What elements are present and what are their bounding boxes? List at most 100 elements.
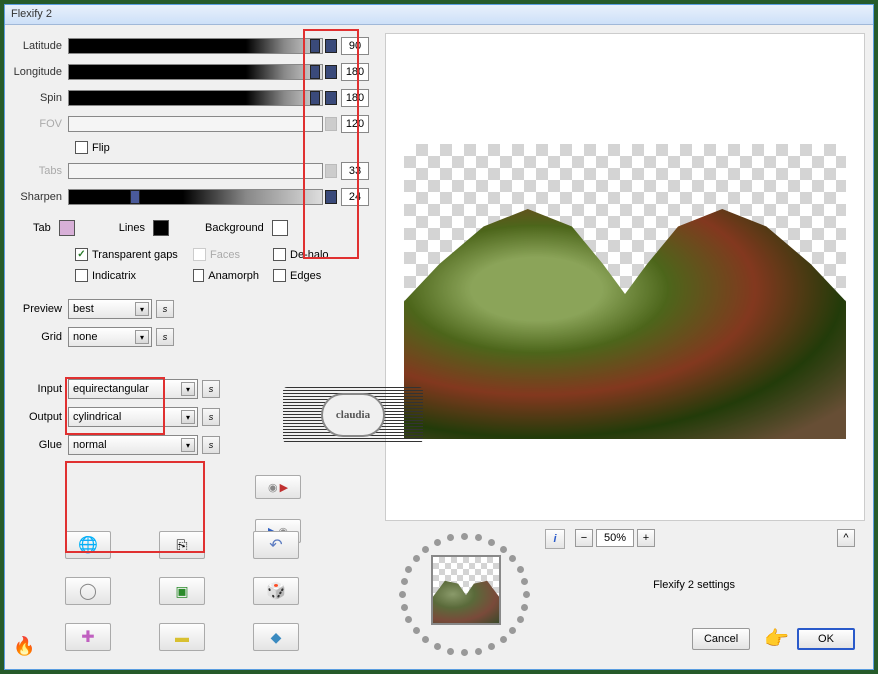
flip-row: Flip bbox=[75, 141, 369, 154]
preview-panel: i − 50% + ^ Flexify 2 settings Cancel 👉 … bbox=[377, 25, 873, 669]
thumbnail-ring[interactable] bbox=[389, 529, 539, 659]
controls-panel: Latitude 90 Longitude 180 Spin 180 FOV bbox=[5, 25, 377, 669]
zoom-out-button[interactable]: − bbox=[575, 529, 593, 547]
grid-row: Grid none▾ s bbox=[13, 326, 369, 348]
sharpen-end[interactable] bbox=[325, 190, 337, 204]
titlebar: Flexify 2 bbox=[5, 5, 873, 25]
lines-color-label: Lines bbox=[119, 222, 145, 234]
indicatrix-checkbox[interactable] bbox=[75, 269, 88, 282]
spin-end[interactable] bbox=[325, 91, 337, 105]
longitude-slider[interactable] bbox=[68, 64, 323, 80]
fire-icon[interactable]: 🔥 bbox=[13, 636, 35, 657]
window-title: Flexify 2 bbox=[11, 8, 52, 20]
glue-s-button[interactable]: s bbox=[202, 436, 220, 454]
longitude-value[interactable]: 180 bbox=[341, 63, 369, 81]
input-select[interactable]: equirectangular▾ bbox=[68, 379, 198, 399]
ring-button[interactable]: ◯ bbox=[65, 577, 111, 605]
glue-label: Glue bbox=[13, 439, 68, 451]
input-s-button[interactable]: s bbox=[202, 380, 220, 398]
longitude-row: Longitude 180 bbox=[13, 61, 369, 83]
dialog-window: Flexify 2 Latitude 90 Longitude 180 Spin bbox=[4, 4, 874, 670]
latitude-label: Latitude bbox=[13, 40, 68, 52]
tab-swatch[interactable] bbox=[59, 220, 75, 236]
content: Latitude 90 Longitude 180 Spin 180 FOV bbox=[5, 25, 873, 669]
disc-play-button[interactable]: ◉▶ bbox=[255, 475, 301, 499]
zoom-value[interactable]: 50% bbox=[596, 529, 634, 547]
plus-icon: ✚ bbox=[81, 627, 94, 647]
latitude-value[interactable]: 90 bbox=[341, 37, 369, 55]
output-select[interactable]: cylindrical▾ bbox=[68, 407, 198, 427]
glue-select[interactable]: normal▾ bbox=[68, 435, 198, 455]
flip-label: Flip bbox=[92, 142, 110, 154]
transparent-gaps-checkbox[interactable] bbox=[75, 248, 88, 261]
flip-checkbox[interactable] bbox=[75, 141, 88, 154]
color-row: Tab Lines Background bbox=[33, 220, 369, 236]
tabs-slider bbox=[68, 163, 323, 179]
longitude-end[interactable] bbox=[325, 65, 337, 79]
plus-button[interactable]: ✚ bbox=[65, 623, 111, 651]
grid-s-button[interactable]: s bbox=[156, 328, 174, 346]
faces-label: Faces bbox=[210, 249, 240, 261]
dice-button[interactable]: 🎲 bbox=[253, 577, 299, 605]
options-grid: Transparent gaps Faces De-halo Indicatri… bbox=[75, 248, 369, 282]
collapse-button[interactable]: ^ bbox=[837, 529, 855, 547]
anamorph-checkbox[interactable] bbox=[193, 269, 204, 282]
dehalo-label: De-halo bbox=[290, 249, 329, 261]
latitude-end[interactable] bbox=[325, 39, 337, 53]
dialog-buttons: Cancel 👉 OK bbox=[692, 626, 855, 651]
dice-icon: 🎲 bbox=[266, 581, 286, 601]
preview-label: Preview bbox=[13, 303, 68, 315]
tabs-end bbox=[325, 164, 337, 178]
sharpen-label: Sharpen bbox=[13, 191, 68, 203]
output-s-button[interactable]: s bbox=[202, 408, 220, 426]
lines-swatch[interactable] bbox=[153, 220, 169, 236]
square-icon: ▣ bbox=[175, 583, 188, 600]
sharpen-value[interactable]: 24 bbox=[341, 188, 369, 206]
copy-button[interactable]: ⎘ bbox=[159, 531, 205, 559]
spin-slider[interactable] bbox=[68, 90, 323, 106]
anamorph-label: Anamorph bbox=[208, 270, 259, 282]
thumbnail[interactable] bbox=[431, 555, 501, 625]
tool-button-grid: 🌐 ⎘ ↶ ◯ ▣ 🎲 ✚ ▬ ◆ bbox=[65, 531, 299, 657]
dehalo-checkbox[interactable] bbox=[273, 248, 286, 261]
info-button[interactable]: i bbox=[545, 529, 565, 549]
settings-label: Flexify 2 settings bbox=[653, 579, 735, 591]
zoom-in-button[interactable]: + bbox=[637, 529, 655, 547]
preview-s-button[interactable]: s bbox=[156, 300, 174, 318]
tabs-label: Tabs bbox=[13, 165, 68, 177]
fov-value[interactable]: 120 bbox=[341, 115, 369, 133]
undo-button[interactable]: ↶ bbox=[253, 531, 299, 559]
preview-select[interactable]: best▾ bbox=[68, 299, 152, 319]
undo-icon: ↶ bbox=[269, 535, 282, 555]
grid-select[interactable]: none▾ bbox=[68, 327, 152, 347]
brick-button[interactable]: ▬ bbox=[159, 623, 205, 651]
globe-button[interactable]: 🌐 bbox=[65, 531, 111, 559]
square-button[interactable]: ▣ bbox=[159, 577, 205, 605]
gem-button[interactable]: ◆ bbox=[253, 623, 299, 651]
watermark-text: claudia bbox=[321, 393, 385, 437]
background-swatch[interactable] bbox=[272, 220, 288, 236]
longitude-label: Longitude bbox=[13, 66, 68, 78]
ring-icon: ◯ bbox=[79, 581, 97, 601]
input-label: Input bbox=[13, 383, 68, 395]
bottom-bar: i − 50% + ^ Flexify 2 settings Cancel 👉 … bbox=[385, 521, 865, 661]
pointing-hand-icon: 👉 bbox=[764, 626, 789, 651]
output-label: Output bbox=[13, 411, 68, 423]
edges-checkbox[interactable] bbox=[273, 269, 286, 282]
tab-color-label: Tab bbox=[33, 222, 51, 234]
transparent-gaps-label: Transparent gaps bbox=[92, 249, 178, 261]
preview-row: Preview best▾ s bbox=[13, 298, 369, 320]
cancel-button[interactable]: Cancel bbox=[692, 628, 750, 650]
sharpen-slider[interactable] bbox=[68, 189, 323, 205]
ok-button[interactable]: OK bbox=[797, 628, 855, 650]
gem-icon: ◆ bbox=[271, 629, 282, 646]
latitude-slider[interactable] bbox=[68, 38, 323, 54]
spin-label: Spin bbox=[13, 92, 68, 104]
brick-icon: ▬ bbox=[175, 629, 189, 645]
edges-label: Edges bbox=[290, 270, 321, 282]
tabs-value[interactable]: 33 bbox=[341, 162, 369, 180]
preview-canvas[interactable] bbox=[385, 33, 865, 521]
zoom-controls: − 50% + bbox=[575, 529, 655, 547]
grid-label: Grid bbox=[13, 331, 68, 343]
spin-value[interactable]: 180 bbox=[341, 89, 369, 107]
